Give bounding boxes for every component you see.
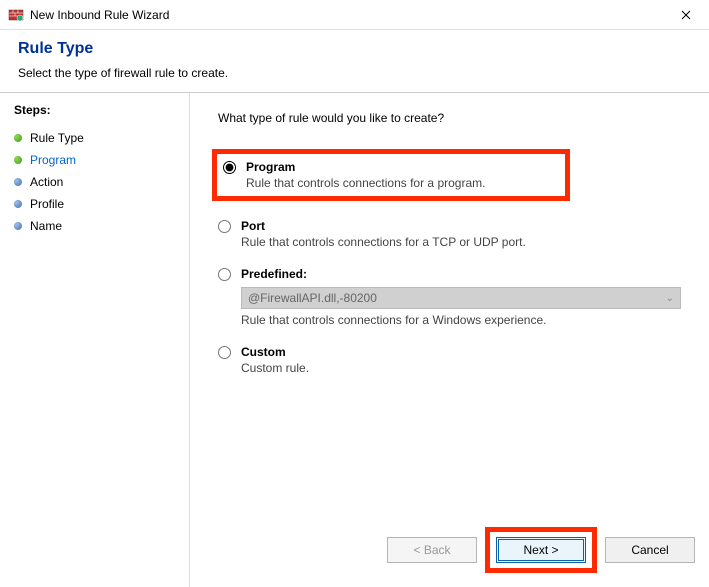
step-label: Action [30, 175, 63, 189]
rule-type-options: Program Rule that controls connections f… [218, 149, 681, 375]
option-title: Predefined: [241, 267, 681, 281]
cancel-button[interactable]: Cancel [605, 537, 695, 563]
bullet-icon [14, 156, 22, 164]
option-desc: Rule that controls connections for a Win… [241, 313, 681, 327]
step-rule-type[interactable]: Rule Type [14, 127, 175, 149]
highlight-marker: Next > [485, 527, 597, 573]
steps-sidebar: Steps: Rule Type Program Action Profile … [0, 93, 190, 587]
radio-predefined[interactable] [218, 268, 231, 281]
option-desc: Rule that controls connections for a TCP… [241, 235, 681, 249]
step-program[interactable]: Program [14, 149, 175, 171]
option-port: Port Rule that controls connections for … [218, 219, 681, 249]
back-button: < Back [387, 537, 477, 563]
highlight-marker: Program Rule that controls connections f… [212, 149, 570, 201]
step-label: Rule Type [30, 131, 84, 145]
option-predefined: Predefined: @FirewallAPI.dll,-80200 ⌄ Ru… [218, 267, 681, 327]
next-button[interactable]: Next > [496, 537, 586, 563]
step-name[interactable]: Name [14, 215, 175, 237]
option-title: Port [241, 219, 681, 233]
step-action[interactable]: Action [14, 171, 175, 193]
option-program: Program Rule that controls connections f… [218, 149, 681, 201]
option-desc: Custom rule. [241, 361, 681, 375]
wizard-main: What type of rule would you like to crea… [190, 93, 709, 587]
option-title: Program [246, 160, 485, 174]
bullet-icon [14, 134, 22, 142]
question-text: What type of rule would you like to crea… [218, 111, 681, 125]
page-subtitle: Select the type of firewall rule to crea… [18, 66, 691, 80]
option-custom: Custom Custom rule. [218, 345, 681, 375]
page-title: Rule Type [18, 40, 691, 58]
close-button[interactable] [671, 0, 701, 30]
radio-port[interactable] [218, 220, 231, 233]
radio-program[interactable] [223, 161, 236, 174]
predefined-dropdown: @FirewallAPI.dll,-80200 ⌄ [241, 287, 681, 309]
option-desc: Rule that controls connections for a pro… [246, 176, 485, 190]
step-label: Name [30, 219, 62, 233]
chevron-down-icon: ⌄ [666, 293, 674, 304]
step-label: Program [30, 153, 76, 167]
predefined-value: @FirewallAPI.dll,-80200 [248, 291, 377, 305]
bullet-icon [14, 178, 22, 186]
option-title: Custom [241, 345, 681, 359]
step-profile[interactable]: Profile [14, 193, 175, 215]
steps-heading: Steps: [14, 103, 175, 117]
bullet-icon [14, 200, 22, 208]
radio-custom[interactable] [218, 346, 231, 359]
titlebar: New Inbound Rule Wizard [0, 0, 709, 30]
window-title: New Inbound Rule Wizard [30, 8, 671, 22]
step-label: Profile [30, 197, 64, 211]
close-icon [681, 10, 691, 20]
wizard-header: Rule Type Select the type of firewall ru… [0, 30, 709, 92]
wizard-footer: < Back Next > Cancel [387, 527, 695, 573]
firewall-icon [8, 7, 24, 23]
bullet-icon [14, 222, 22, 230]
